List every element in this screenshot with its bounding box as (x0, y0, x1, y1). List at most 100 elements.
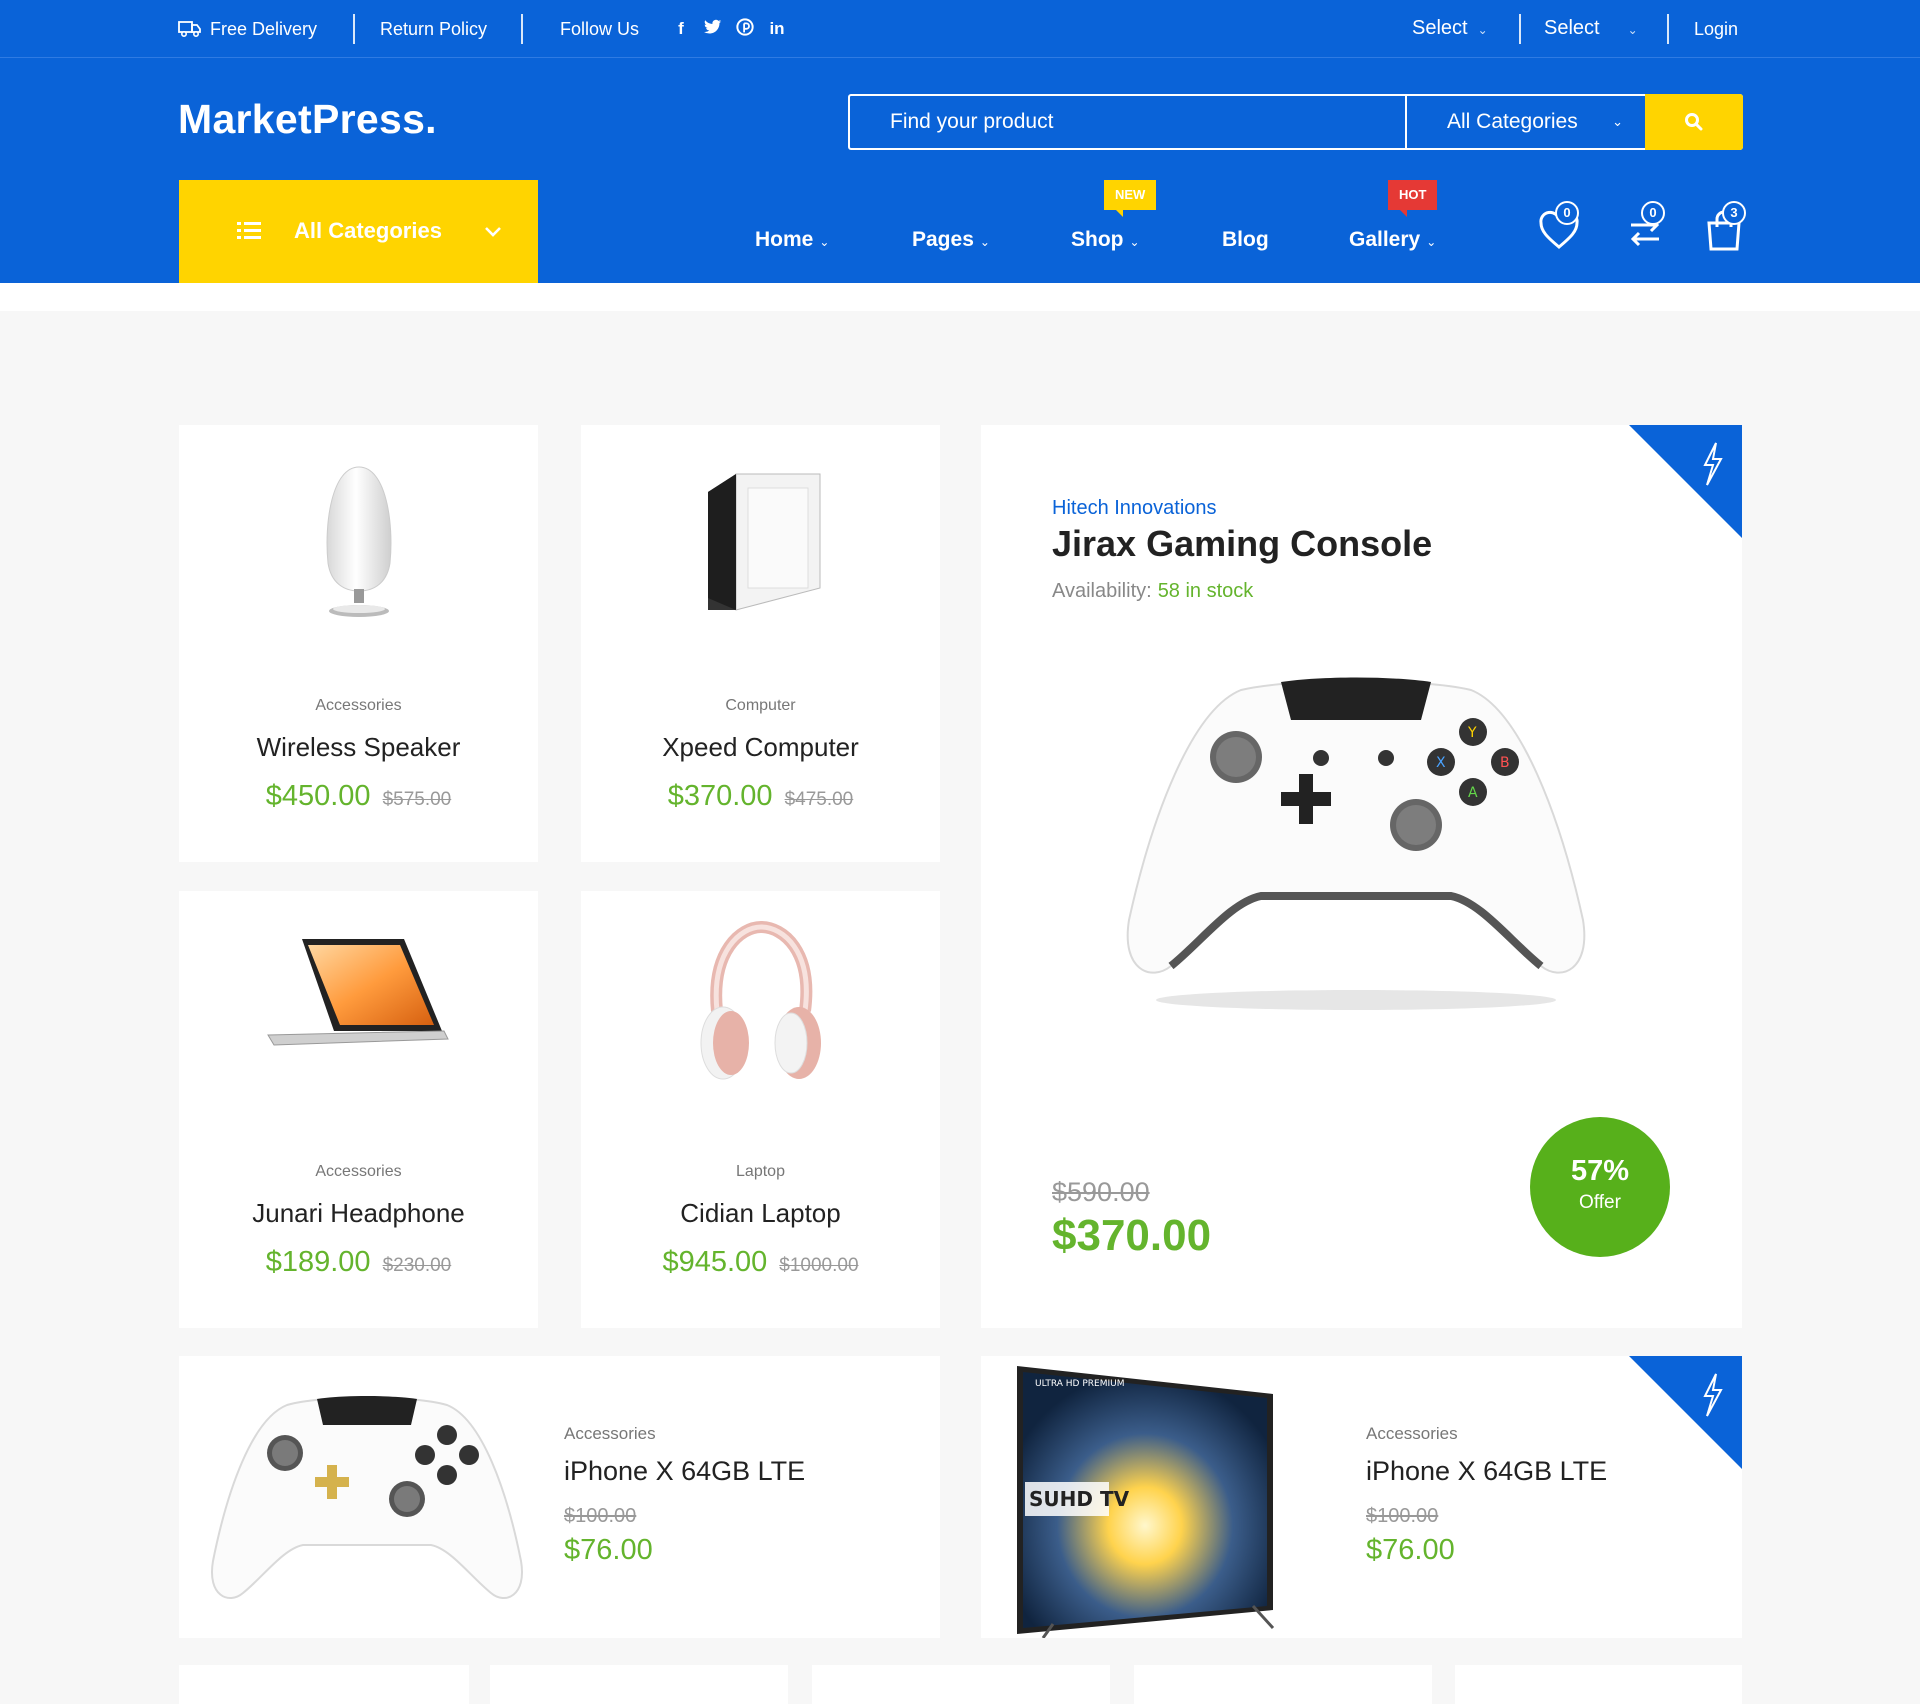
language-select[interactable]: Select ⌄ (1412, 0, 1488, 58)
product-name[interactable]: Cidian Laptop (581, 1198, 940, 1229)
wishlist-button[interactable]: 0 (1537, 201, 1589, 253)
nav-home[interactable]: Home ⌄ (755, 228, 829, 252)
old-price: $1000.00 (779, 1255, 859, 1276)
product-category: Laptop (736, 1163, 785, 1180)
featured-product-card[interactable]: Hitech Innovations Jirax Gaming Console … (981, 425, 1742, 1328)
product-card-wide[interactable]: Accessories iPhone X 64GB LTE $100.00 $7… (179, 1356, 940, 1638)
compare-count: 0 (1641, 201, 1665, 225)
product-category: Accessories (564, 1424, 656, 1443)
game-controller-image: Y X B A (1126, 677, 1586, 1010)
product-card[interactable]: Accessories Junari Headphone $189.00 $230… (179, 891, 538, 1328)
availability-label: Availability: (1052, 580, 1152, 602)
search-category-value: All Categories (1447, 110, 1578, 133)
new-badge: NEW (1104, 180, 1157, 217)
nav-shop-label: Shop (1071, 228, 1124, 251)
product-card[interactable] (1134, 1665, 1432, 1704)
old-price: $230.00 (382, 1255, 452, 1276)
divider (521, 14, 523, 44)
product-name[interactable]: iPhone X 64GB LTE (564, 1456, 805, 1487)
svg-text:B: B (1500, 755, 1510, 771)
product-category: Computer (725, 697, 796, 714)
hot-badge: HOT (1388, 180, 1438, 217)
all-categories-button[interactable]: All Categories (179, 180, 538, 283)
current-price: $76.00 (1366, 1534, 1455, 1566)
linkedin-icon[interactable]: in (768, 19, 786, 39)
product-card[interactable]: Laptop Cidian Laptop $945.00 $1000.00 (581, 891, 940, 1328)
old-price: $100.00 (564, 1505, 637, 1527)
chevron-down-icon (485, 227, 501, 237)
site-logo[interactable]: MarketPress. (178, 96, 437, 143)
product-card[interactable] (490, 1665, 788, 1704)
product-price: $189.00 $230.00 (179, 1246, 538, 1279)
twitter-icon[interactable] (704, 19, 722, 40)
product-category: Accessories (315, 697, 402, 714)
login-link[interactable]: Login (1694, 0, 1738, 58)
nav-pages[interactable]: Pages ⌄ (912, 228, 990, 252)
chevron-down-icon: ⌄ (1477, 23, 1488, 37)
search-input[interactable] (850, 96, 1405, 148)
current-price: $945.00 (662, 1246, 768, 1278)
product-card[interactable]: Computer Xpeed Computer $370.00 $475.00 (581, 425, 940, 862)
product-name[interactable]: Junari Headphone (179, 1198, 538, 1229)
search-bar: All Categories ⌄ (848, 94, 1743, 150)
compare-button[interactable]: 0 (1623, 201, 1675, 253)
main-header: MarketPress. All Categories ⌄ All Catego… (0, 58, 1920, 283)
svg-text:A: A (1468, 785, 1478, 801)
list-icon (237, 222, 261, 240)
free-delivery-label: Free Delivery (210, 19, 318, 39)
divider (1667, 14, 1669, 44)
wireless-speaker-image (326, 466, 392, 617)
old-price: $100.00 (1366, 1505, 1439, 1527)
nav-blog[interactable]: Blog (1222, 228, 1269, 252)
product-card[interactable] (812, 1665, 1110, 1704)
pinterest-icon[interactable] (736, 17, 754, 41)
cart-button[interactable]: 3 (1704, 201, 1756, 253)
featured-price: $370.00 (1052, 1211, 1212, 1260)
product-card[interactable]: Accessories Wireless Speaker $450.00 $575… (179, 425, 538, 862)
product-name[interactable]: Wireless Speaker (179, 732, 538, 763)
svg-text:X: X (1436, 755, 1446, 771)
old-price: $475.00 (784, 789, 854, 810)
product-card-wide[interactable]: ULTRA HD PREMIUM SUHD TV Accessories iPh… (981, 1356, 1742, 1638)
featured-brand[interactable]: Hitech Innovations (1052, 497, 1217, 520)
current-price: $76.00 (564, 1534, 653, 1566)
current-price: $370.00 (667, 780, 773, 812)
currency-select[interactable]: Select ⌄ (1544, 0, 1638, 58)
product-name[interactable]: iPhone X 64GB LTE (1366, 1456, 1607, 1487)
deal-corner (1629, 1356, 1742, 1469)
product-card[interactable] (1455, 1665, 1742, 1704)
chevron-down-icon: ⌄ (819, 235, 830, 249)
featured-title[interactable]: Jirax Gaming Console (1052, 523, 1432, 565)
nav-blog-label: Blog (1222, 228, 1269, 251)
product-price: $370.00 $475.00 (581, 780, 940, 813)
tv-brand-label: SUHD TV (1029, 1487, 1130, 1511)
wishlist-count: 0 (1555, 201, 1579, 225)
chevron-down-icon: ⌄ (1129, 235, 1140, 249)
nav-shop[interactable]: Shop ⌄ (1071, 228, 1140, 252)
offer-label: Offer (1579, 1192, 1621, 1213)
availability-value: 58 in stock (1157, 580, 1254, 602)
nav-gallery-label: Gallery (1349, 228, 1421, 251)
nav-home-label: Home (755, 228, 814, 251)
search-icon (1685, 113, 1703, 131)
search-category-select[interactable]: All Categories ⌄ (1405, 96, 1645, 148)
nav-pages-label: Pages (912, 228, 974, 251)
currency-select-value: Select (1544, 17, 1600, 39)
cart-count: 3 (1722, 201, 1746, 225)
current-price: $450.00 (265, 780, 371, 812)
chevron-down-icon: ⌄ (1426, 235, 1437, 249)
chevron-down-icon: ⌄ (979, 235, 990, 249)
divider (1519, 14, 1521, 44)
laptop-image (267, 939, 449, 1046)
follow-us-label: Follow Us (560, 19, 640, 39)
return-policy-link[interactable]: Return Policy (380, 0, 487, 58)
facebook-icon[interactable]: f (672, 19, 690, 39)
product-category: Accessories (315, 1163, 402, 1180)
product-price: $450.00 $575.00 (179, 780, 538, 813)
offer-percent: 57% (1570, 1155, 1630, 1187)
product-card[interactable] (179, 1665, 469, 1704)
product-name[interactable]: Xpeed Computer (581, 732, 940, 763)
search-button[interactable] (1645, 94, 1743, 150)
nav-gallery[interactable]: Gallery ⌄ (1349, 228, 1436, 252)
free-delivery[interactable]: Free Delivery (178, 0, 317, 58)
